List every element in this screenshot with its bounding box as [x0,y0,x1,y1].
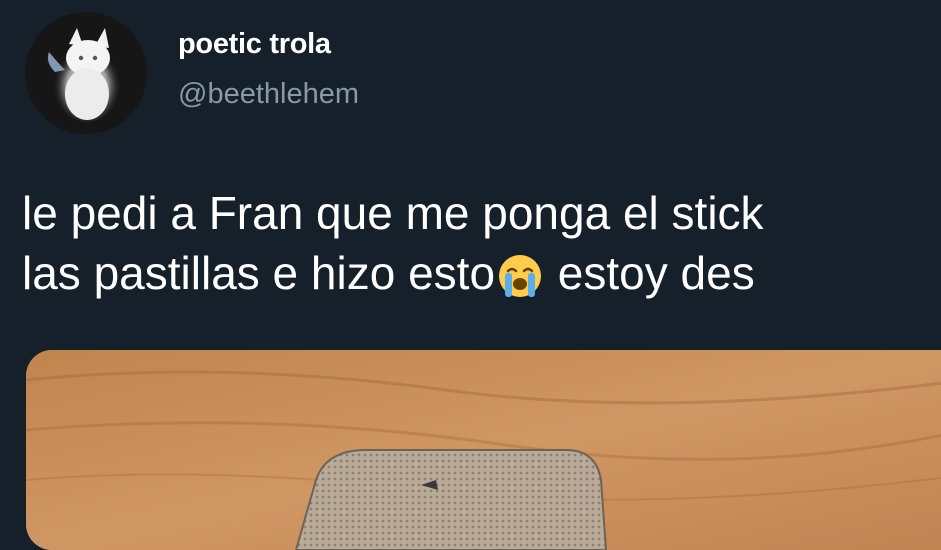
tweet-text-line-2-start: las pastillas e hizo esto [22,247,496,299]
author-display-name[interactable]: poetic trola [178,28,331,61]
kitten-icon [25,12,147,134]
author-handle[interactable]: @beethlehem [178,78,359,111]
tweet-text-line-2: las pastillas e hizo esto estoy des [22,243,941,313]
tweet-text: le pedi a Fran que me ponga el stick las… [22,183,941,313]
loudly-crying-face-icon [497,253,543,313]
avatar[interactable] [25,12,147,134]
tweet-text-line-1: le pedi a Fran que me ponga el stick [22,187,764,239]
tweet-media-photo[interactable] [26,350,941,550]
pill-blister-photo-icon [26,350,941,550]
tweet-text-line-2-end: estoy des [545,247,755,299]
